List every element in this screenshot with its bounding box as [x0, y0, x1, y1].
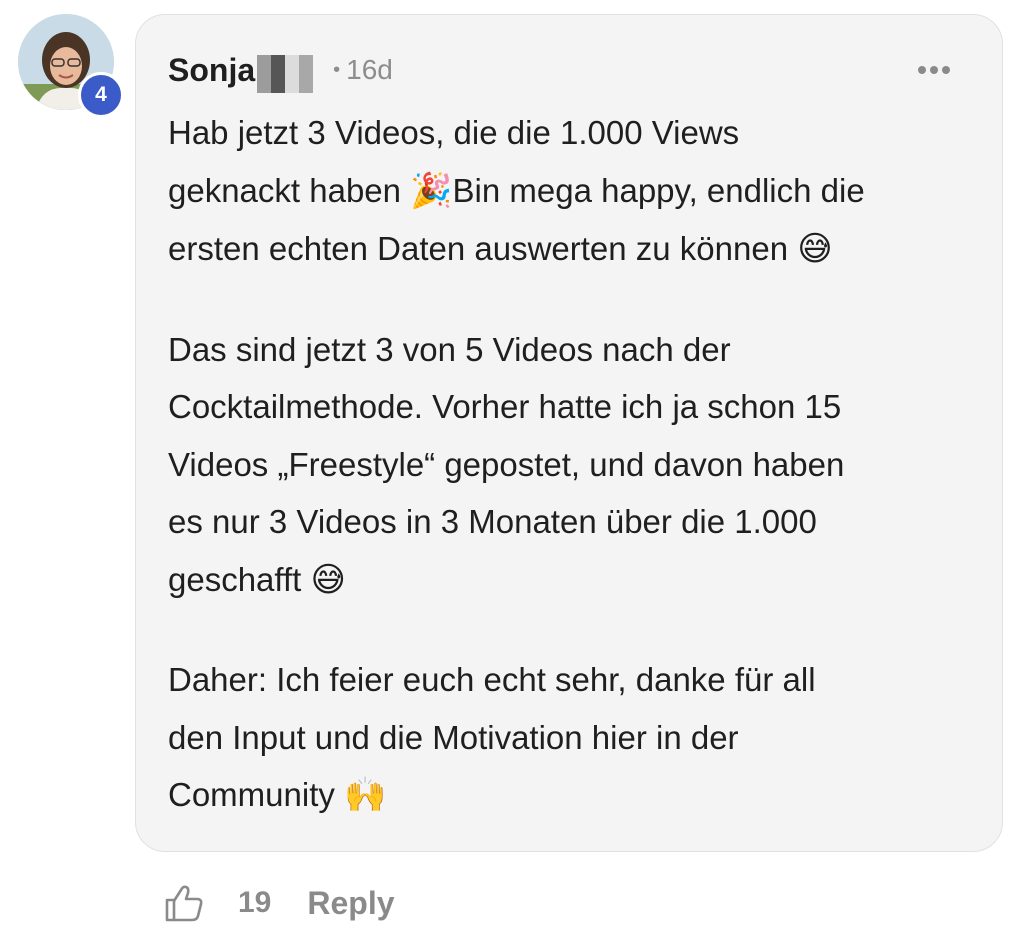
comment-text-line: Cocktailmethode. Vorher hatte ich ja sch…	[168, 388, 842, 425]
like-button[interactable]	[160, 879, 208, 927]
raising-hands-icon: 🙌	[344, 775, 387, 815]
comment-actions: 19 Reply	[160, 876, 395, 930]
redacted-surname	[255, 54, 314, 98]
grinning-sweat-icon: 😅	[797, 229, 833, 269]
comment-text-line: Videos „Freestyle“ gepostet, und davon h…	[168, 445, 845, 483]
comment-header: Sonja • 16d	[168, 48, 393, 93]
thumbs-up-icon	[165, 885, 203, 922]
party-popper-icon: 🎉	[410, 170, 453, 211]
grinning-sweat-icon: 😅	[310, 559, 346, 600]
separator-dot: •	[333, 58, 341, 81]
level-badge: 4	[78, 72, 124, 118]
comment-text-line: geknackt haben	[168, 171, 411, 209]
comment-text-line: den Input und die Motivation hier in der	[168, 718, 739, 756]
comment-text-line: Daher: Ich feier euch echt sehr, danke f…	[168, 661, 816, 698]
author-name[interactable]: Sonja	[168, 52, 255, 89]
comment-text-line: geschafft	[168, 560, 311, 598]
comment-text-line: ersten echten Daten auswerten zu können	[168, 230, 798, 267]
timestamp: 16d	[346, 54, 393, 85]
comment-text-line: Bin mega happy, endlich die	[452, 171, 865, 209]
like-count: 19	[238, 886, 272, 919]
more-options-icon[interactable]	[914, 58, 954, 82]
comment-paragraph: Daher: Ich feier euch echt sehr, danke f…	[168, 651, 978, 825]
comment-body: Hab jetzt 3 Videos, die die 1.000 Views g…	[168, 104, 978, 867]
reply-button[interactable]: Reply	[307, 885, 394, 922]
comment-paragraph: Das sind jetzt 3 von 5 Videos nach der Co…	[168, 321, 978, 610]
comment-paragraph: Hab jetzt 3 Videos, die die 1.000 Views g…	[168, 104, 978, 279]
comment-text-line: Community	[168, 776, 345, 813]
comment-text-line: Hab jetzt 3 Videos, die die 1.000 Views	[168, 114, 740, 151]
comment-text-line: Das sind jetzt 3 von 5 Videos nach der	[168, 330, 731, 368]
comment-text-line: es nur 3 Videos in 3 Monaten über die 1.…	[168, 503, 817, 540]
